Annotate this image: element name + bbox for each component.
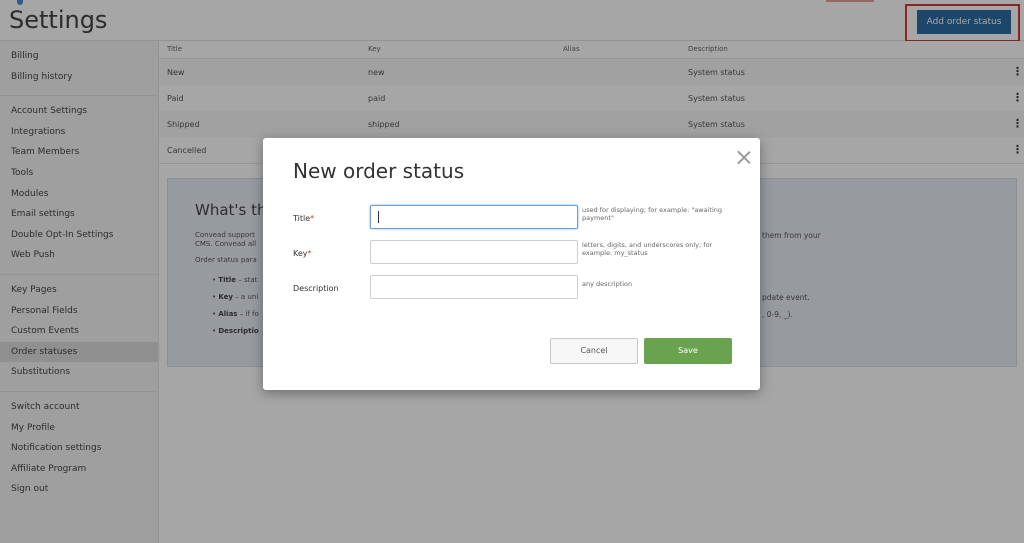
key-label-text: Key — [293, 249, 308, 258]
key-input[interactable] — [370, 240, 578, 264]
title-hint: used for displaying; for example: "await… — [582, 206, 723, 222]
description-hint: any description — [582, 280, 633, 288]
title-input[interactable] — [370, 205, 578, 229]
title-field-label: Title* — [293, 214, 314, 223]
description-field-label: Description — [293, 284, 339, 293]
required-mark: * — [307, 249, 312, 258]
new-order-status-dialog: New order status Title* used for display… — [263, 138, 760, 390]
text-caret — [378, 211, 379, 223]
cancel-button[interactable]: Cancel — [550, 338, 638, 364]
required-mark: * — [310, 214, 315, 223]
dialog-title: New order status — [293, 159, 465, 183]
title-label-text: Title — [293, 214, 311, 223]
key-hint: letters, digits, and underscores only; f… — [582, 241, 713, 257]
key-field-label: Key* — [293, 249, 312, 258]
description-input[interactable] — [370, 275, 578, 299]
close-icon[interactable] — [736, 149, 752, 165]
save-button[interactable]: Save — [644, 338, 732, 364]
